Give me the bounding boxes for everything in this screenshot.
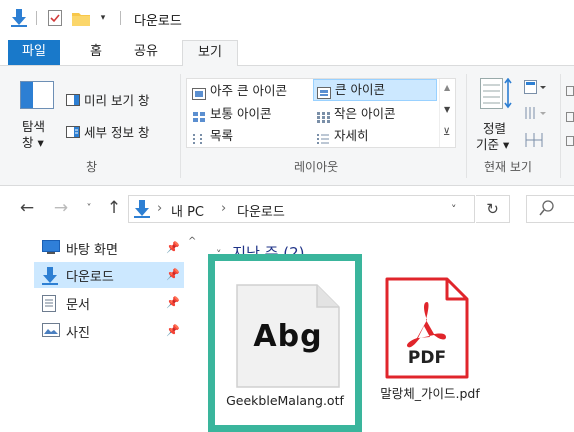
nav-scroll-up-icon[interactable]: ^ — [188, 236, 196, 247]
navigation-pane: 바탕 화면 📌 다운로드 📌 문서 📌 사진 📌 ^ — [0, 232, 200, 432]
breadcrumb-separator-icon[interactable]: › — [221, 201, 226, 216]
layout-medium-label: 보통 아이콘 — [210, 106, 272, 121]
breadcrumb-this-pc[interactable]: 내 PC — [171, 201, 204, 220]
group-by-icon[interactable] — [524, 80, 546, 94]
new-folder-icon[interactable] — [70, 8, 92, 28]
pin-icon[interactable]: 📌 — [166, 324, 180, 337]
checkbox-partial[interactable] — [566, 136, 574, 146]
file-name-font: GeekbleMalang.otf — [226, 393, 344, 408]
details-pane-button[interactable]: 세부 정보 창 — [66, 122, 149, 141]
add-columns-icon[interactable] — [524, 106, 546, 120]
gallery-expand-icon[interactable]: ⊻ — [443, 127, 450, 138]
breadcrumb-separator-icon[interactable]: › — [157, 201, 162, 216]
navigation-bar: ← → ˅ ↑ › 내 PC › 다운로드 ˅ ↻ — [0, 186, 574, 232]
preview-pane-label: 미리 보기 창 — [84, 93, 150, 108]
details-pane-icon — [66, 125, 80, 138]
medium-icons-icon — [192, 108, 206, 122]
toolbar-separator — [36, 11, 37, 25]
file-item-pdf[interactable]: PDF 말랑체_가이드.pdf — [372, 262, 488, 432]
pdf-badge-label: PDF — [407, 348, 447, 368]
back-arrow-icon[interactable]: ← — [16, 198, 38, 218]
nav-item-pictures[interactable]: 사진 📌 — [34, 318, 184, 344]
pin-icon[interactable]: 📌 — [166, 241, 180, 254]
layout-list-label: 목록 — [210, 128, 234, 143]
layout-medium-icons[interactable]: 보통 아이콘 — [189, 103, 311, 125]
layout-extra-large-label: 아주 큰 아이콘 — [210, 83, 287, 98]
list-icon — [192, 130, 206, 144]
preview-pane-icon — [66, 93, 80, 106]
nav-item-desktop-label: 바탕 화면 — [66, 242, 118, 258]
details-icon — [316, 130, 330, 144]
layout-large-icons[interactable]: 큰 아이콘 — [313, 79, 437, 101]
layout-small-label: 작은 아이콘 — [334, 106, 396, 121]
layout-list[interactable]: 목록 — [189, 125, 311, 147]
title-separator — [120, 11, 121, 25]
nav-item-desktop[interactable]: 바탕 화면 📌 — [34, 235, 184, 261]
scroll-down-icon[interactable]: ▼ — [444, 105, 450, 114]
size-columns-icon[interactable] — [524, 132, 544, 148]
nav-item-pictures-label: 사진 — [66, 325, 90, 341]
nav-pane-icon[interactable] — [20, 80, 56, 110]
tab-file[interactable]: 파일 — [8, 40, 60, 65]
preview-pane-button[interactable]: 미리 보기 창 — [66, 90, 149, 109]
nav-item-documents-label: 문서 — [66, 297, 90, 313]
search-box[interactable] — [526, 195, 574, 223]
customize-dropdown-icon[interactable]: ▾ — [96, 8, 110, 28]
current-view-group-label: 현재 보기 — [484, 160, 532, 174]
up-arrow-icon[interactable]: ↑ — [104, 198, 124, 218]
nav-item-downloads-label: 다운로드 — [66, 269, 114, 285]
pictures-icon — [42, 323, 60, 339]
window-title: 다운로드 — [134, 14, 182, 29]
sort-by-label-2[interactable]: 기준 ▾ — [476, 134, 509, 153]
recent-locations-chevron-icon[interactable]: ˅ — [82, 198, 96, 218]
small-icons-icon — [316, 108, 330, 123]
title-bar: ▾ 다운로드 — [0, 0, 574, 36]
nav-item-downloads[interactable]: 다운로드 📌 — [34, 262, 184, 288]
tab-view[interactable]: 보기 — [182, 40, 238, 67]
sort-by-icon[interactable] — [480, 78, 514, 112]
group-separator — [466, 74, 467, 178]
documents-icon — [42, 295, 60, 312]
layout-small-icons[interactable]: 작은 아이콘 — [313, 103, 437, 125]
tab-home[interactable]: 홈 — [78, 40, 114, 66]
group-separator — [560, 74, 561, 178]
tab-share[interactable]: 공유 — [126, 40, 166, 66]
large-icons-icon — [317, 84, 331, 99]
ribbon-view-panel: 탐색 창 ▾ 미리 보기 창 세부 정보 창 창 아주 큰 아이콘 큰 아이콘 … — [0, 66, 574, 186]
file-name-pdf: 말랑체_가이드.pdf — [380, 386, 480, 401]
layout-details-label: 자세히 — [334, 128, 369, 143]
forward-arrow-icon[interactable]: → — [50, 198, 72, 218]
layout-gallery-scroller[interactable]: ▲ ▼ ⊻ — [439, 79, 455, 147]
downloads-icon — [42, 267, 60, 285]
group-separator — [180, 74, 181, 178]
nav-pane-label-2[interactable]: 창 ▾ — [22, 132, 44, 151]
pin-icon[interactable]: 📌 — [166, 296, 180, 309]
layout-large-label: 큰 아이콘 — [335, 82, 385, 97]
font-preview-text: Abg — [253, 319, 323, 354]
search-icon — [539, 200, 555, 219]
nav-item-documents[interactable]: 문서 📌 — [34, 290, 184, 316]
file-item-font[interactable]: Abg GeekbleMalang.otf — [208, 254, 362, 432]
extra-large-icons-icon — [192, 85, 206, 100]
pin-icon[interactable]: 📌 — [166, 268, 180, 281]
address-bar[interactable]: › 내 PC › 다운로드 ˅ — [128, 195, 475, 223]
refresh-icon[interactable]: ↻ — [476, 195, 510, 223]
download-arrow-icon — [8, 8, 30, 28]
breadcrumb-downloads[interactable]: 다운로드 — [237, 201, 285, 220]
layout-details[interactable]: 자세히 — [313, 125, 437, 147]
desktop-icon — [42, 240, 60, 256]
scroll-up-icon[interactable]: ▲ — [444, 83, 450, 92]
details-pane-label: 세부 정보 창 — [84, 125, 150, 140]
checkbox-partial[interactable] — [566, 112, 574, 122]
layout-gallery: 아주 큰 아이콘 큰 아이콘 보통 아이콘 작은 아이콘 목록 자세히 ▲ ▼ … — [186, 78, 456, 148]
panes-group-label: 창 — [86, 160, 98, 174]
properties-icon[interactable] — [44, 8, 66, 28]
address-dropdown-chevron-icon[interactable]: ˅ — [451, 203, 457, 216]
layout-group-label: 레이아웃 — [294, 160, 339, 174]
checkbox-partial[interactable] — [566, 86, 574, 96]
download-location-icon — [134, 200, 150, 221]
layout-extra-large-icons[interactable]: 아주 큰 아이콘 — [189, 80, 311, 102]
ribbon-tabs: 파일 홈 공유 보기 — [0, 36, 574, 67]
